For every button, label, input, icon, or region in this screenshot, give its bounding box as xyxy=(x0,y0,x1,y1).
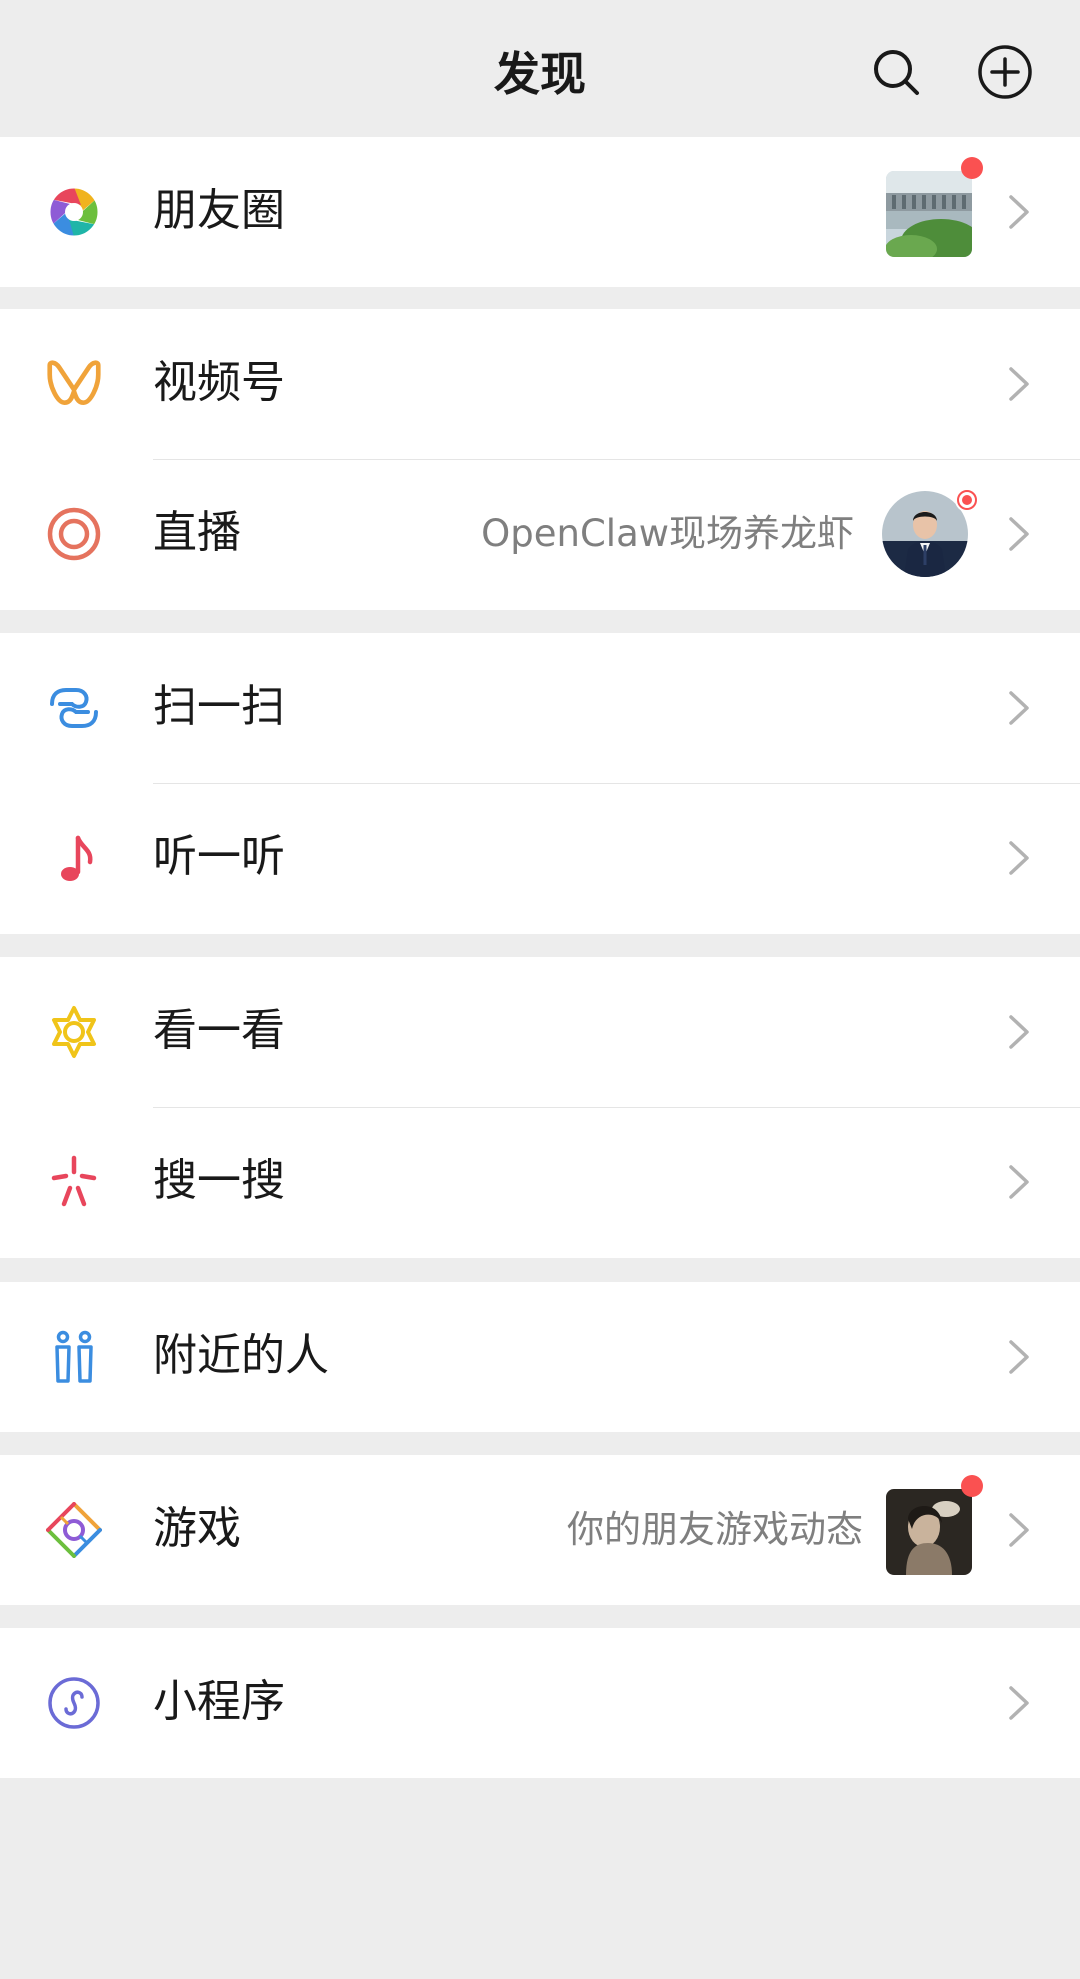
live-badge xyxy=(955,488,979,512)
group-look-search: 看一看 搜一搜 xyxy=(0,957,1080,1258)
top-stories-icon xyxy=(46,1004,102,1060)
mini-programs-label: 小程序 xyxy=(153,1676,285,1727)
group-channels-live: 视频号 直播 OpenClaw现场养龙虾 xyxy=(0,309,1080,610)
listen-label: 听一听 xyxy=(153,831,285,882)
moments-badge xyxy=(961,157,983,179)
people-nearby-label: 附近的人 xyxy=(153,1330,329,1381)
chevron-right-icon xyxy=(1009,1340,1029,1374)
games-subtitle: 你的朋友游戏动态 xyxy=(567,1508,863,1551)
moments-thumbnail xyxy=(886,171,972,257)
chevron-right-icon xyxy=(1009,1513,1029,1547)
live-label: 直播 xyxy=(153,507,241,558)
list-item-top-stories[interactable]: 看一看 xyxy=(0,957,1080,1107)
chevron-right-icon xyxy=(1009,517,1029,551)
channels-label: 视频号 xyxy=(153,357,285,408)
list-item-search[interactable]: 搜一搜 xyxy=(0,1107,1080,1257)
games-label: 游戏 xyxy=(153,1503,241,1554)
top-bar: 发现 xyxy=(0,0,1080,137)
mini-programs-icon xyxy=(46,1675,102,1731)
group-moments: 朋友圈 xyxy=(0,137,1080,287)
group-nearby: 附近的人 xyxy=(0,1282,1080,1432)
people-nearby-icon xyxy=(46,1329,102,1385)
chevron-right-icon xyxy=(1009,195,1029,229)
live-subtitle: OpenClaw现场养龙虾 xyxy=(481,512,854,555)
scan-icon xyxy=(46,680,102,736)
search-button[interactable] xyxy=(866,42,926,102)
channels-icon xyxy=(46,356,102,412)
plus-circle-icon xyxy=(978,45,1032,99)
list-item-people-nearby[interactable]: 附近的人 xyxy=(0,1282,1080,1432)
list-item-games[interactable]: 游戏 你的朋友游戏动态 xyxy=(0,1455,1080,1605)
group-mini-programs: 小程序 xyxy=(0,1628,1080,1778)
live-icon xyxy=(46,506,102,562)
list-item-channels[interactable]: 视频号 xyxy=(0,309,1080,459)
moments-label: 朋友圈 xyxy=(153,185,285,236)
search-sparkle-icon xyxy=(46,1154,102,1210)
games-icon xyxy=(46,1502,102,1558)
chevron-right-icon xyxy=(1009,841,1029,875)
chevron-right-icon xyxy=(1009,367,1029,401)
moments-shutter-icon xyxy=(46,184,102,240)
scan-label: 扫一扫 xyxy=(153,681,285,732)
add-button[interactable] xyxy=(975,42,1035,102)
chevron-right-icon xyxy=(1009,1165,1029,1199)
chevron-right-icon xyxy=(1009,1686,1029,1720)
music-note-icon xyxy=(46,830,102,886)
list-item-mini-programs[interactable]: 小程序 xyxy=(0,1628,1080,1778)
search-label: 搜一搜 xyxy=(153,1155,285,1206)
list-item-listen[interactable]: 听一听 xyxy=(0,783,1080,933)
games-thumbnail xyxy=(886,1489,972,1575)
search-icon xyxy=(874,50,919,95)
chevron-right-icon xyxy=(1009,1015,1029,1049)
games-badge xyxy=(961,1475,983,1497)
list-item-live[interactable]: 直播 OpenClaw现场养龙虾 xyxy=(0,459,1080,609)
group-games: 游戏 你的朋友游戏动态 xyxy=(0,1455,1080,1605)
list-item-scan[interactable]: 扫一扫 xyxy=(0,633,1080,783)
list-item-moments[interactable]: 朋友圈 xyxy=(0,137,1080,287)
chevron-right-icon xyxy=(1009,691,1029,725)
group-scan-listen: 扫一扫 听一听 xyxy=(0,633,1080,934)
top-stories-label: 看一看 xyxy=(153,1005,285,1056)
